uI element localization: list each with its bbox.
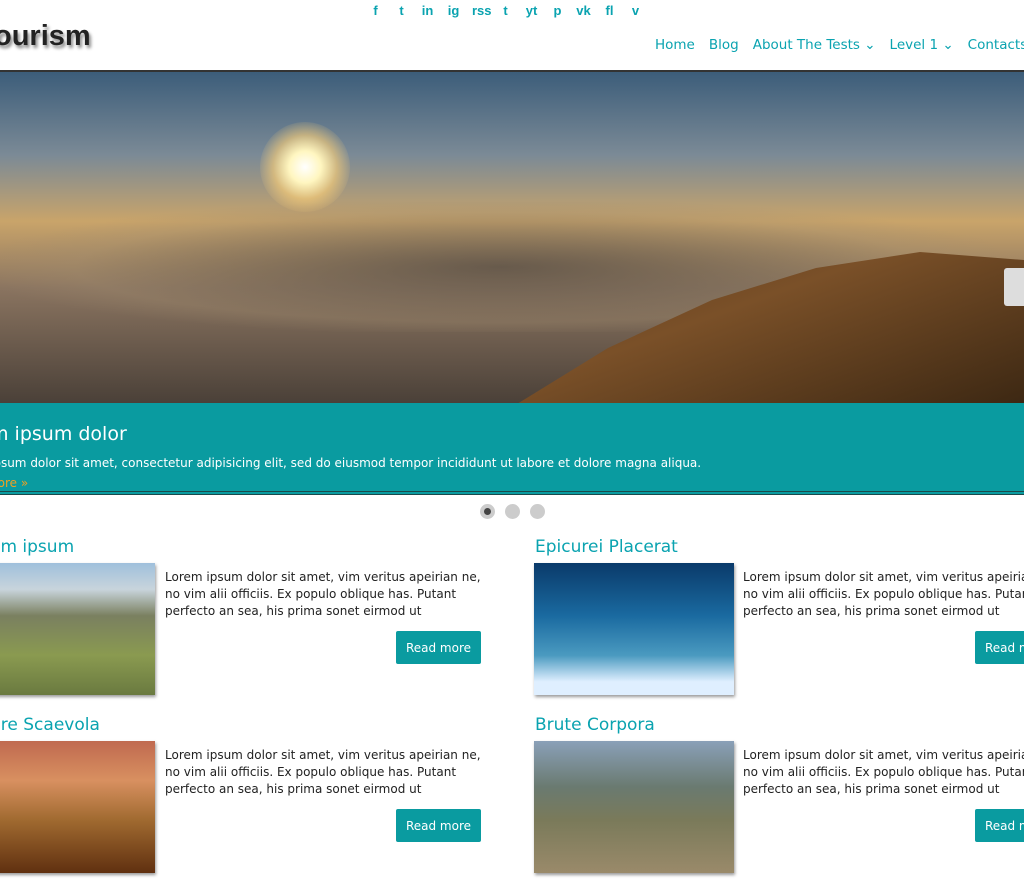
post-card: em ipsum Lorem ipsum dolor sit amet, vim…: [0, 537, 510, 707]
post-title[interactable]: gre Scaevola: [0, 715, 100, 735]
slide-read-more-link[interactable]: nore »: [0, 476, 28, 490]
nav-contacts[interactable]: Contacts: [968, 37, 1024, 53]
flickr-icon[interactable]: fl: [602, 3, 617, 18]
read-more-button[interactable]: Read more: [975, 809, 1024, 842]
slider-dot-1[interactable]: [480, 504, 495, 519]
pinterest-icon[interactable]: p: [550, 3, 565, 18]
youtube-icon[interactable]: yt: [524, 3, 539, 18]
nav-blog[interactable]: Blog: [709, 37, 739, 53]
post-thumbnail[interactable]: [0, 741, 155, 873]
post-title[interactable]: Epicurei Placerat: [535, 537, 678, 557]
nav-level-1[interactable]: Level 1 ⌄: [890, 37, 954, 53]
nav-about-the-tests[interactable]: About The Tests ⌄: [753, 37, 876, 53]
slider-dots: [480, 504, 545, 519]
post-excerpt: Lorem ipsum dolor sit amet, vim veritus …: [165, 570, 481, 618]
sun: [260, 122, 350, 212]
post-thumbnail[interactable]: [0, 563, 155, 695]
main-nav: Home Blog About The Tests ⌄ Level 1 ⌄ Co…: [655, 37, 1024, 53]
post-excerpt: Lorem ipsum dolor sit amet, vim veritus …: [743, 748, 1024, 796]
post-excerpt: Lorem ipsum dolor sit amet, vim veritus …: [165, 748, 481, 796]
vk-icon[interactable]: vk: [576, 3, 591, 18]
slide-text: ipsum dolor sit amet, consectetur adipis…: [0, 456, 702, 470]
rss-icon[interactable]: rss: [472, 3, 492, 18]
read-more-button[interactable]: Read more: [396, 631, 481, 664]
post-card: Brute Corpora Lorem ipsum dolor sit amet…: [534, 715, 1024, 885]
slider-dot-2[interactable]: [505, 504, 520, 519]
site-logo[interactable]: ourism: [0, 20, 91, 53]
tumblr-icon[interactable]: t: [498, 3, 513, 18]
post-excerpt: Lorem ipsum dolor sit amet, vim veritus …: [743, 570, 1024, 618]
read-more-button[interactable]: Read more: [975, 631, 1024, 664]
post-title[interactable]: em ipsum: [0, 537, 74, 557]
post-thumbnail[interactable]: [534, 563, 734, 695]
post-card: gre Scaevola Lorem ipsum dolor sit amet,…: [0, 715, 510, 885]
post-title[interactable]: Brute Corpora: [535, 715, 655, 735]
slide-title: m ipsum dolor: [0, 423, 127, 445]
social-links: f t in ig rss t yt p vk fl v: [368, 3, 643, 18]
twitter-icon[interactable]: t: [394, 3, 409, 18]
instagram-icon[interactable]: ig: [446, 3, 461, 18]
slider-caption: m ipsum dolor ipsum dolor sit amet, cons…: [0, 403, 1024, 495]
slider-next-arrow[interactable]: [1004, 268, 1024, 306]
hero-slider-image: [0, 70, 1024, 404]
vine-icon[interactable]: v: [628, 3, 643, 18]
post-card: Epicurei Placerat Lorem ipsum dolor sit …: [534, 537, 1024, 707]
slider-dot-3[interactable]: [530, 504, 545, 519]
linkedin-icon[interactable]: in: [420, 3, 435, 18]
post-thumbnail[interactable]: [534, 741, 734, 873]
read-more-button[interactable]: Read more: [396, 809, 481, 842]
nav-home[interactable]: Home: [655, 37, 695, 53]
facebook-icon[interactable]: f: [368, 3, 383, 18]
